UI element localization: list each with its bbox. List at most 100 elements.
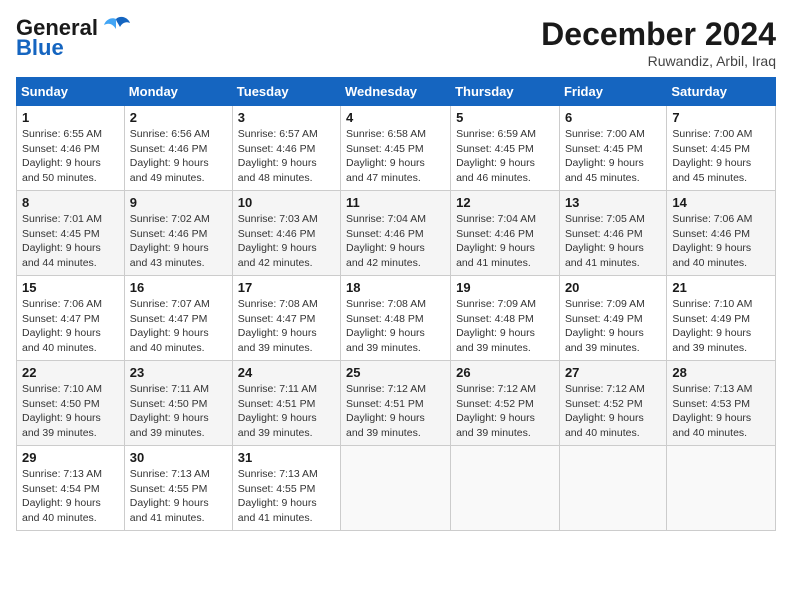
day-number: 17 xyxy=(238,280,335,295)
day-info: Sunrise: 7:02 AMSunset: 4:46 PMDaylight:… xyxy=(130,213,210,269)
calendar-cell: 8 Sunrise: 7:01 AMSunset: 4:45 PMDaylight… xyxy=(17,191,125,276)
col-header-sunday: Sunday xyxy=(17,78,125,106)
day-number: 18 xyxy=(346,280,445,295)
calendar-cell: 2 Sunrise: 6:56 AMSunset: 4:46 PMDaylight… xyxy=(124,106,232,191)
calendar-cell xyxy=(667,446,776,531)
day-info: Sunrise: 7:04 AMSunset: 4:46 PMDaylight:… xyxy=(346,213,426,269)
day-info: Sunrise: 7:11 AMSunset: 4:51 PMDaylight:… xyxy=(238,383,317,439)
calendar-cell: 9 Sunrise: 7:02 AMSunset: 4:46 PMDaylight… xyxy=(124,191,232,276)
calendar-cell: 3 Sunrise: 6:57 AMSunset: 4:46 PMDaylight… xyxy=(232,106,340,191)
calendar-header-row: SundayMondayTuesdayWednesdayThursdayFrid… xyxy=(17,78,776,106)
day-info: Sunrise: 6:57 AMSunset: 4:46 PMDaylight:… xyxy=(238,128,318,184)
day-info: Sunrise: 7:00 AMSunset: 4:45 PMDaylight:… xyxy=(672,128,752,184)
calendar-week-row: 15 Sunrise: 7:06 AMSunset: 4:47 PMDayligh… xyxy=(17,276,776,361)
day-info: Sunrise: 7:12 AMSunset: 4:52 PMDaylight:… xyxy=(456,383,536,439)
calendar-cell: 26 Sunrise: 7:12 AMSunset: 4:52 PMDayligh… xyxy=(451,361,560,446)
calendar-cell: 10 Sunrise: 7:03 AMSunset: 4:46 PMDayligh… xyxy=(232,191,340,276)
calendar-cell: 18 Sunrise: 7:08 AMSunset: 4:48 PMDayligh… xyxy=(341,276,451,361)
col-header-thursday: Thursday xyxy=(451,78,560,106)
calendar-cell: 20Sunrise: 7:09 AMSunset: 4:49 PMDayligh… xyxy=(559,276,666,361)
day-info: Sunrise: 7:13 AMSunset: 4:54 PMDaylight:… xyxy=(22,468,102,524)
calendar-cell: 17 Sunrise: 7:08 AMSunset: 4:47 PMDayligh… xyxy=(232,276,340,361)
calendar-week-row: 29Sunrise: 7:13 AMSunset: 4:54 PMDayligh… xyxy=(17,446,776,531)
calendar-cell: 16 Sunrise: 7:07 AMSunset: 4:47 PMDayligh… xyxy=(124,276,232,361)
calendar-cell xyxy=(451,446,560,531)
day-info: Sunrise: 7:01 AMSunset: 4:45 PMDaylight:… xyxy=(22,213,102,269)
day-number: 16 xyxy=(130,280,227,295)
day-info: Sunrise: 7:03 AMSunset: 4:46 PMDaylight:… xyxy=(238,213,318,269)
calendar-cell: 27Sunrise: 7:12 AMSunset: 4:52 PMDayligh… xyxy=(559,361,666,446)
calendar-cell: 25 Sunrise: 7:12 AMSunset: 4:51 PMDayligh… xyxy=(341,361,451,446)
calendar-cell xyxy=(559,446,666,531)
col-header-monday: Monday xyxy=(124,78,232,106)
day-number: 10 xyxy=(238,195,335,210)
calendar-cell: 19Sunrise: 7:09 AMSunset: 4:48 PMDayligh… xyxy=(451,276,560,361)
day-info: Sunrise: 6:59 AMSunset: 4:45 PMDaylight:… xyxy=(456,128,536,184)
calendar-table: SundayMondayTuesdayWednesdayThursdayFrid… xyxy=(16,77,776,531)
day-number: 9 xyxy=(130,195,227,210)
day-number: 3 xyxy=(238,110,335,125)
day-number: 2 xyxy=(130,110,227,125)
day-info: Sunrise: 7:09 AMSunset: 4:48 PMDaylight:… xyxy=(456,298,536,354)
calendar-cell: 29Sunrise: 7:13 AMSunset: 4:54 PMDayligh… xyxy=(17,446,125,531)
day-info: Sunrise: 7:12 AMSunset: 4:51 PMDaylight:… xyxy=(346,383,426,439)
calendar-cell: 4Sunrise: 6:58 AMSunset: 4:45 PMDaylight… xyxy=(341,106,451,191)
month-title: December 2024 xyxy=(541,16,776,53)
day-info: Sunrise: 7:05 AMSunset: 4:46 PMDaylight:… xyxy=(565,213,645,269)
day-number: 13 xyxy=(565,195,661,210)
calendar-cell: 1 Sunrise: 6:55 AMSunset: 4:46 PMDaylight… xyxy=(17,106,125,191)
day-number: 21 xyxy=(672,280,770,295)
day-info: Sunrise: 6:55 AMSunset: 4:46 PMDaylight:… xyxy=(22,128,102,184)
day-info: Sunrise: 7:06 AMSunset: 4:47 PMDaylight:… xyxy=(22,298,102,354)
day-info: Sunrise: 7:08 AMSunset: 4:48 PMDaylight:… xyxy=(346,298,426,354)
logo-bird-icon xyxy=(102,15,130,35)
day-info: Sunrise: 7:07 AMSunset: 4:47 PMDaylight:… xyxy=(130,298,210,354)
calendar-cell: 30Sunrise: 7:13 AMSunset: 4:55 PMDayligh… xyxy=(124,446,232,531)
calendar-cell: 24Sunrise: 7:11 AMSunset: 4:51 PMDayligh… xyxy=(232,361,340,446)
calendar-cell: 6Sunrise: 7:00 AMSunset: 4:45 PMDaylight… xyxy=(559,106,666,191)
day-number: 20 xyxy=(565,280,661,295)
calendar-cell: 15 Sunrise: 7:06 AMSunset: 4:47 PMDayligh… xyxy=(17,276,125,361)
day-info: Sunrise: 7:04 AMSunset: 4:46 PMDaylight:… xyxy=(456,213,536,269)
day-number: 4 xyxy=(346,110,445,125)
day-info: Sunrise: 7:06 AMSunset: 4:46 PMDaylight:… xyxy=(672,213,752,269)
location: Ruwandiz, Arbil, Iraq xyxy=(541,53,776,69)
calendar-cell: 13 Sunrise: 7:05 AMSunset: 4:46 PMDayligh… xyxy=(559,191,666,276)
day-info: Sunrise: 7:13 AMSunset: 4:55 PMDaylight:… xyxy=(130,468,210,524)
day-info: Sunrise: 7:12 AMSunset: 4:52 PMDaylight:… xyxy=(565,383,645,439)
calendar-cell: 5 Sunrise: 6:59 AMSunset: 4:45 PMDaylight… xyxy=(451,106,560,191)
calendar-cell: 7 Sunrise: 7:00 AMSunset: 4:45 PMDaylight… xyxy=(667,106,776,191)
calendar-week-row: 1 Sunrise: 6:55 AMSunset: 4:46 PMDaylight… xyxy=(17,106,776,191)
day-number: 7 xyxy=(672,110,770,125)
day-number: 15 xyxy=(22,280,119,295)
day-info: Sunrise: 7:13 AMSunset: 4:53 PMDaylight:… xyxy=(672,383,752,439)
day-number: 25 xyxy=(346,365,445,380)
calendar-cell xyxy=(341,446,451,531)
day-info: Sunrise: 7:13 AMSunset: 4:55 PMDaylight:… xyxy=(238,468,318,524)
day-number: 8 xyxy=(22,195,119,210)
day-number: 14 xyxy=(672,195,770,210)
col-header-friday: Friday xyxy=(559,78,666,106)
day-number: 31 xyxy=(238,450,335,465)
day-number: 22 xyxy=(22,365,119,380)
calendar-week-row: 22 Sunrise: 7:10 AMSunset: 4:50 PMDayligh… xyxy=(17,361,776,446)
day-info: Sunrise: 7:11 AMSunset: 4:50 PMDaylight:… xyxy=(130,383,209,439)
day-number: 11 xyxy=(346,195,445,210)
day-info: Sunrise: 7:08 AMSunset: 4:47 PMDaylight:… xyxy=(238,298,318,354)
calendar-cell: 11 Sunrise: 7:04 AMSunset: 4:46 PMDayligh… xyxy=(341,191,451,276)
day-info: Sunrise: 7:10 AMSunset: 4:50 PMDaylight:… xyxy=(22,383,102,439)
day-number: 26 xyxy=(456,365,554,380)
day-number: 1 xyxy=(22,110,119,125)
calendar-cell: 31 Sunrise: 7:13 AMSunset: 4:55 PMDayligh… xyxy=(232,446,340,531)
calendar-cell: 22 Sunrise: 7:10 AMSunset: 4:50 PMDayligh… xyxy=(17,361,125,446)
calendar-cell: 12 Sunrise: 7:04 AMSunset: 4:46 PMDayligh… xyxy=(451,191,560,276)
col-header-saturday: Saturday xyxy=(667,78,776,106)
logo-blue: Blue xyxy=(16,36,64,60)
day-info: Sunrise: 6:56 AMSunset: 4:46 PMDaylight:… xyxy=(130,128,210,184)
title-block: December 2024 Ruwandiz, Arbil, Iraq xyxy=(541,16,776,69)
day-number: 6 xyxy=(565,110,661,125)
day-number: 5 xyxy=(456,110,554,125)
day-number: 28 xyxy=(672,365,770,380)
calendar-cell: 28 Sunrise: 7:13 AMSunset: 4:53 PMDayligh… xyxy=(667,361,776,446)
day-number: 12 xyxy=(456,195,554,210)
